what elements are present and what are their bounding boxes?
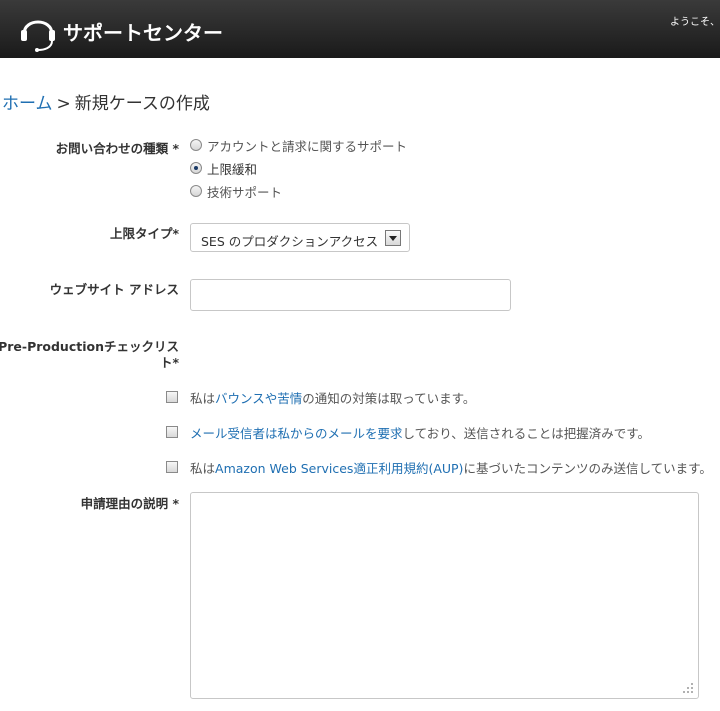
checklist-text: 私は: [190, 390, 216, 406]
checklist-label-line1: Pre-Productionチェックリス: [0, 339, 179, 354]
site-title[interactable]: サポートセンター: [63, 17, 223, 46]
radio-label[interactable]: アカウントと請求に関するサポート: [207, 136, 407, 155]
bounce-complaints-link[interactable]: バウンスや苦情: [215, 388, 302, 407]
checklist-item-aup[interactable]: 私は Amazon Web Services適正利用規約(AUP) に基づいたコンテ…: [166, 458, 712, 476]
website-input[interactable]: [190, 279, 511, 311]
headset-icon: [21, 20, 55, 52]
checklist-text: 私は: [190, 460, 216, 476]
radio-button[interactable]: [190, 162, 202, 174]
website-label: ウェブサイト アドレス: [49, 282, 179, 297]
radio-label[interactable]: 上限緩和: [207, 159, 257, 178]
dropdown-arrow-icon[interactable]: [385, 230, 401, 246]
breadcrumb-home-link[interactable]: ホーム: [2, 94, 53, 114]
checkbox[interactable]: [166, 461, 178, 473]
reason-textarea[interactable]: [190, 492, 699, 699]
inquiry-type-label: お問い合わせの種類 *: [55, 141, 179, 156]
checkbox[interactable]: [166, 391, 178, 403]
breadcrumb-current: 新規ケースの作成: [74, 94, 210, 114]
breadcrumb-separator: >: [56, 94, 71, 114]
resize-grip-icon[interactable]: [682, 682, 694, 694]
checklist-label-line2: ト*: [159, 355, 179, 370]
radio-technical-support[interactable]: 技術サポート: [190, 182, 282, 200]
radio-account-billing[interactable]: アカウントと請求に関するサポート: [190, 136, 407, 154]
radio-button[interactable]: [190, 185, 202, 197]
site-header: サポートセンター ようこそ、: [0, 0, 720, 58]
checklist-text: の通知の対策は取っています。: [302, 390, 476, 406]
radio-button[interactable]: [190, 139, 202, 151]
limit-type-label: 上限タイプ*: [109, 226, 179, 241]
limit-type-selected-value[interactable]: SES のプロダクションアクセス: [201, 234, 378, 249]
checklist-item-bounce[interactable]: 私は バウンスや苦情 の通知の対策は取っています。: [166, 388, 475, 406]
limit-type-select[interactable]: SES のプロダクションアクセス: [190, 223, 410, 252]
recipients-request-link[interactable]: メール受信者は私からのメールを要求: [190, 423, 403, 442]
radio-label[interactable]: 技術サポート: [207, 182, 282, 201]
checklist-text: しており、送信されることは把握済みです。: [402, 425, 651, 441]
aup-link[interactable]: Amazon Web Services適正利用規約(AUP): [215, 458, 463, 477]
reason-label: 申請理由の説明 *: [80, 496, 179, 511]
checklist-text: に基づいたコンテンツのみ送信しています。: [463, 460, 712, 476]
checklist-item-recipients[interactable]: メール受信者は私からのメールを要求 しており、送信されることは把握済みです。: [166, 423, 650, 441]
checklist-label: Pre-Productionチェックリス ト*: [0, 339, 179, 371]
radio-limit-increase[interactable]: 上限緩和: [190, 159, 257, 177]
breadcrumb: ホーム > 新規ケースの作成: [2, 89, 210, 114]
welcome-text: ようこそ、: [670, 17, 720, 28]
checkbox[interactable]: [166, 426, 178, 438]
